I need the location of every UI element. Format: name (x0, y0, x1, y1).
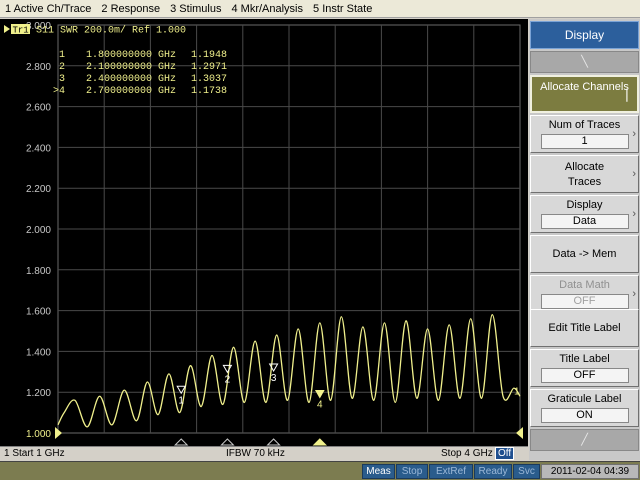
instrument-status-bar: Meas Stop ExtRef Ready Svc 2011-02-04 04… (0, 461, 640, 480)
softkey-title-label-label: Title Label (559, 353, 610, 365)
marker-position-indicator[interactable] (312, 438, 328, 446)
submenu-arrow-icon: ▏ (626, 90, 635, 102)
status-meas: Meas (362, 464, 395, 479)
softkey-display[interactable]: Display Data › (530, 195, 639, 233)
y-tick-label: 1.200 (26, 388, 51, 399)
menu-instr-state[interactable]: 5 Instr State (308, 0, 377, 18)
softkey-graticule-label[interactable]: Graticule Label ON (530, 389, 639, 427)
channel-pointer-icon (4, 25, 10, 33)
channel-status-bar: 1 Start 1 GHz IFBW 70 kHz Stop 4 GHz Off (0, 446, 528, 460)
trace-badge: Tr1 (13, 26, 29, 36)
marker-table-value: 1.3037 (191, 74, 227, 85)
softkey-panel: Display ╲ Allocate Channels ▏ Num of Tra… (529, 19, 640, 460)
trace-end-label: 1 (514, 386, 520, 397)
softkey-allocate-traces[interactable]: Allocate Traces › (530, 155, 639, 193)
marker-position-indicator[interactable] (266, 438, 281, 446)
stop-frequency[interactable]: Stop 4 GHz (441, 448, 493, 459)
softkey-menu-title: Display (530, 21, 639, 49)
graticule-label-value: ON (540, 408, 629, 423)
menu-mkr-analysis[interactable]: 4 Mkr/Analysis (226, 0, 308, 18)
softkey-allocate-channels[interactable]: Allocate Channels ▏ (530, 75, 639, 113)
marker-point-label: 1 (178, 395, 184, 406)
menu-stimulus[interactable]: 3 Stimulus (165, 0, 226, 18)
menu-active-ch-trace[interactable]: 1 Active Ch/Trace (0, 0, 96, 18)
marker-position-indicator[interactable] (220, 438, 235, 446)
softkey-allocate-channels-label: Allocate Channels (540, 81, 629, 93)
status-ready: Ready (474, 464, 512, 479)
menu-bar: 1 Active Ch/Trace 2 Response 3 Stimulus … (0, 0, 640, 18)
if-bandwidth[interactable]: IFBW 70 kHz (226, 448, 285, 459)
y-tick-label: 1.800 (26, 266, 51, 277)
softkey-edit-title-label[interactable]: Edit Title Label (530, 309, 639, 347)
menu-response[interactable]: 2 Response (96, 0, 165, 18)
trace-header: S11 SWR 200.0m/ Ref 1.000 (36, 25, 186, 37)
marker-table-freq: 2.700000000 GHz (86, 86, 176, 97)
y-tick-label: 2.200 (26, 184, 51, 195)
submenu-arrow-icon: › (632, 288, 636, 300)
scroll-down-arrow-icon: ╱ (581, 434, 588, 446)
marker-table-freq: 1.800000000 GHz (86, 50, 176, 61)
sweep-state-badge: Off (495, 447, 515, 460)
marker-point[interactable] (314, 390, 325, 399)
scroll-up-arrow-icon: ╲ (581, 56, 588, 68)
y-tick-label: 1.000 (26, 429, 51, 440)
y-tick-label: 1.400 (26, 347, 51, 358)
softkey-data-to-mem-label: Data -> Mem (552, 248, 617, 260)
status-stop: Stop (396, 464, 428, 479)
status-svc: Svc (513, 464, 540, 479)
softkey-allocate-traces-label: Allocate Traces (564, 161, 605, 188)
softkey-menu-title-label: Display (564, 28, 605, 42)
softkey-scroll-up[interactable]: ╲ (530, 51, 639, 73)
submenu-arrow-icon: › (632, 128, 636, 140)
marker-table-value: 1.2971 (191, 62, 227, 73)
softkey-data-to-mem[interactable]: Data -> Mem (530, 235, 639, 273)
trace-display[interactable]: 3.000 2.800 2.600 2.400 2.200 2.000 1.800 1.600… (0, 19, 528, 446)
softkey-data-math[interactable]: Data Math OFF › (530, 275, 639, 313)
marker-table-freq: 2.100000000 GHz (86, 62, 176, 73)
marker-table-label: 3 (59, 74, 65, 85)
status-datetime: 2011-02-04 04:39 (541, 464, 639, 479)
y-tick-label: 2.800 (26, 62, 51, 73)
y-tick-label: 2.600 (26, 103, 51, 114)
title-label-value: OFF (540, 368, 629, 383)
marker-point-label: 3 (271, 373, 277, 384)
softkey-display-label: Display (566, 199, 603, 211)
softkey-scroll-down[interactable]: ╱ (530, 429, 639, 451)
y-tick-label: 1.600 (26, 307, 51, 318)
softkey-data-math-label: Data Math (559, 279, 610, 291)
start-frequency[interactable]: 1 Start 1 GHz (4, 448, 65, 459)
marker-table-label: >4 (53, 86, 65, 97)
marker-point-label: 4 (317, 400, 323, 411)
marker-position-indicator[interactable] (173, 438, 189, 446)
num-of-traces-value: 1 (540, 134, 629, 149)
submenu-arrow-icon: › (632, 168, 636, 180)
marker-table-value: 1.1738 (191, 86, 227, 97)
trace-chart: 3.0002.8002.6002.4002.2002.0001.8001.600… (4, 21, 523, 446)
softkey-num-of-traces-label: Num of Traces (548, 119, 621, 131)
status-extref: ExtRef (429, 464, 473, 479)
softkey-num-of-traces[interactable]: Num of Traces 1 › (530, 115, 639, 153)
marker-table-value: 1.1948 (191, 50, 227, 61)
softkey-title-label[interactable]: Title Label OFF (530, 349, 639, 387)
softkey-graticule-label-label: Graticule Label (547, 393, 622, 405)
display-value: Data (540, 214, 629, 229)
softkey-edit-title-label-label: Edit Title Label (548, 322, 621, 334)
marker-table-label: 2 (59, 62, 65, 73)
marker-table-label: 1 (59, 50, 65, 61)
marker-point[interactable] (222, 364, 233, 374)
y-tick-label: 2.400 (26, 143, 51, 154)
marker-point-label: 2 (225, 374, 231, 385)
y-tick-label: 2.000 (26, 225, 51, 236)
marker-table-freq: 2.400000000 GHz (86, 74, 176, 85)
data-math-value: OFF (540, 294, 629, 309)
submenu-arrow-icon: › (632, 208, 636, 220)
